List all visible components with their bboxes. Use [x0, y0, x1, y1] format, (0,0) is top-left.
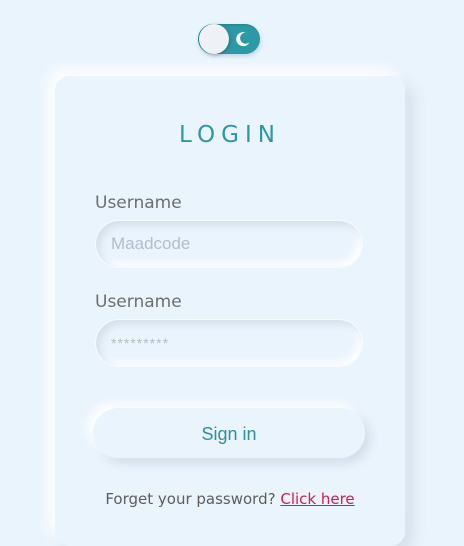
password-field-wrapper: [95, 319, 363, 367]
toggle-knob[interactable]: [199, 24, 229, 54]
username-field-wrapper: [95, 220, 363, 268]
username-label: Username: [95, 193, 182, 213]
theme-toggle[interactable]: [198, 24, 260, 54]
moon-icon: [236, 32, 250, 47]
forgot-password-link[interactable]: Click here: [280, 490, 354, 508]
password-label: Username: [95, 292, 182, 312]
password-input[interactable]: [96, 320, 362, 366]
login-title: LOGIN: [179, 122, 281, 148]
username-input[interactable]: [96, 221, 362, 267]
forgot-password-row: Forget your password? Click here: [55, 490, 405, 508]
signin-button[interactable]: Sign in: [93, 408, 365, 458]
forgot-password-text: Forget your password?: [105, 490, 281, 508]
login-card: LOGIN Username Username Sign in Forget y…: [55, 76, 405, 546]
